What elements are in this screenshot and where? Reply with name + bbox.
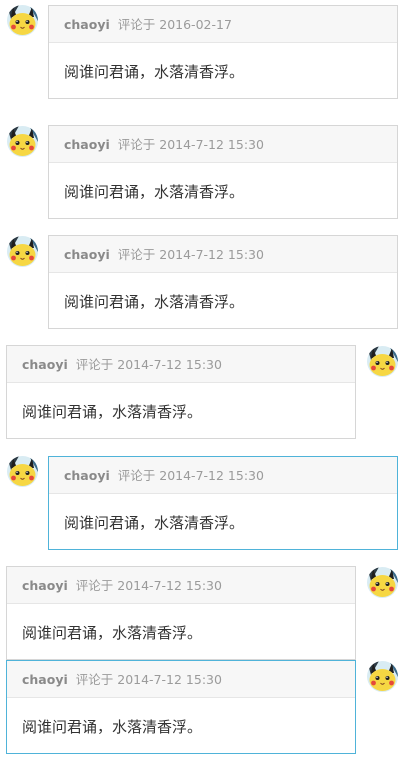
comment-meta: chaoyi 评论于 2014-7-12 15:30: [7, 346, 355, 383]
comment-date: 2014-7-12 15:30: [159, 468, 264, 483]
comment-verb: 评论于: [75, 672, 114, 687]
comment-date: 2014-7-12 15:30: [159, 137, 264, 152]
comment-date: 2016-02-17: [159, 17, 232, 32]
comment-meta: chaoyi 评论于 2016-02-17: [49, 6, 397, 43]
comment-date: 2014-7-12 15:30: [159, 247, 264, 262]
comment-author[interactable]: chaoyi: [64, 17, 110, 32]
comment-card: chaoyi 评论于 2014-7-12 15:30 阅谁问君诵，水落清香浮。: [48, 235, 398, 329]
comment-text: 阅谁问君诵，水落清香浮。: [22, 624, 203, 642]
comment-verb: 评论于: [117, 468, 156, 483]
comment-text: 阅谁问君诵，水落清香浮。: [64, 183, 245, 201]
comment-text: 阅谁问君诵，水落清香浮。: [64, 293, 245, 311]
comment-meta: chaoyi 评论于 2014-7-12 15:30: [49, 236, 397, 273]
avatar[interactable]: [7, 5, 38, 36]
comment-date: 2014-7-12 15:30: [117, 578, 222, 593]
comment-card: chaoyi 评论于 2016-02-17 阅谁问君诵，水落清香浮。: [48, 5, 398, 99]
comment-meta: chaoyi 评论于 2014-7-12 15:30: [49, 457, 397, 494]
comment-card: chaoyi 评论于 2014-7-12 15:30 阅谁问君诵，水落清香浮。: [48, 456, 398, 550]
comment-verb: 评论于: [117, 247, 156, 262]
comment-text: 阅谁问君诵，水落清香浮。: [22, 403, 203, 421]
comment-author[interactable]: chaoyi: [22, 357, 68, 372]
avatar[interactable]: [367, 661, 398, 692]
comment-verb: 评论于: [75, 578, 114, 593]
comment-author[interactable]: chaoyi: [64, 137, 110, 152]
avatar[interactable]: [7, 126, 38, 157]
avatar[interactable]: [367, 346, 398, 377]
comment-verb: 评论于: [117, 17, 156, 32]
comment-meta: chaoyi 评论于 2014-7-12 15:30: [7, 567, 355, 604]
comment-author[interactable]: chaoyi: [64, 468, 110, 483]
comment-author[interactable]: chaoyi: [22, 672, 68, 687]
comment-verb: 评论于: [75, 357, 114, 372]
comment-text: 阅谁问君诵，水落清香浮。: [22, 718, 203, 736]
comment-author[interactable]: chaoyi: [64, 247, 110, 262]
comment-text: 阅谁问君诵，水落清香浮。: [64, 63, 245, 81]
avatar[interactable]: [7, 456, 38, 487]
comment-card: chaoyi 评论于 2014-7-12 15:30 阅谁问君诵，水落清香浮。: [6, 566, 356, 660]
comment-date: 2014-7-12 15:30: [117, 672, 222, 687]
avatar[interactable]: [367, 567, 398, 598]
comment-verb: 评论于: [117, 137, 156, 152]
comment-card: chaoyi 评论于 2014-7-12 15:30 阅谁问君诵，水落清香浮。: [48, 125, 398, 219]
comment-author[interactable]: chaoyi: [22, 578, 68, 593]
comment-meta: chaoyi 评论于 2014-7-12 15:30: [49, 126, 397, 163]
comment-date: 2014-7-12 15:30: [117, 357, 222, 372]
comment-text: 阅谁问君诵，水落清香浮。: [64, 514, 245, 532]
comment-card: chaoyi 评论于 2014-7-12 15:30 阅谁问君诵，水落清香浮。: [6, 345, 356, 439]
comment-meta: chaoyi 评论于 2014-7-12 15:30: [7, 661, 355, 698]
comment-card: chaoyi 评论于 2014-7-12 15:30 阅谁问君诵，水落清香浮。: [6, 660, 356, 754]
avatar[interactable]: [7, 236, 38, 267]
